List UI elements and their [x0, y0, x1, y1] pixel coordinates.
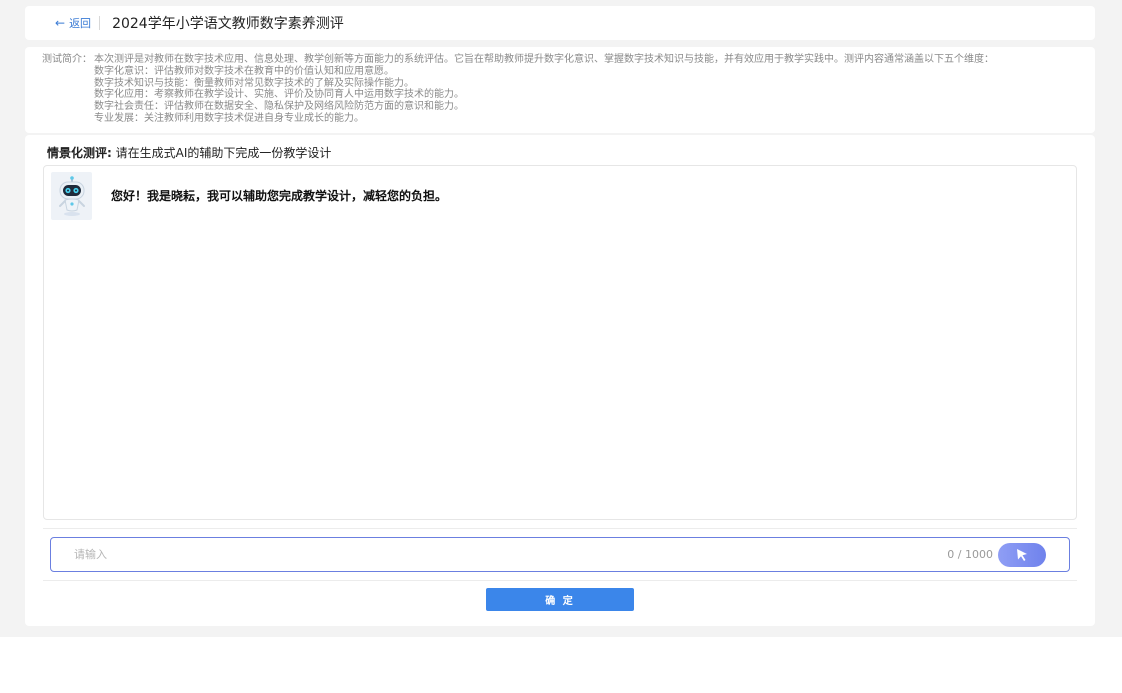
bot-message: 您好！我是晓耘，我可以辅助您完成教学设计，减轻您的负担。 — [111, 189, 448, 203]
intro-dimension: 数字化应用：考察教师在教学设计、实施、评价及协同育人中运用数字技术的能力。 — [94, 89, 464, 101]
back-button[interactable]: ← 返回 — [55, 15, 91, 31]
test-intro: 测试简介： 本次测评是对教师在数字技术应用、信息处理、教学创新等方面能力的系统评… — [25, 47, 1095, 133]
intro-dimension: 数字社会责任：评估教师在数据安全、隐私保护及网络风险防范方面的意识和能力。 — [94, 101, 464, 113]
intro-dimension-list: 数字化意识：评估教师对数字技术在教育中的价值认知和应用意愿。 数字技术知识与技能… — [42, 66, 1095, 125]
robot-avatar — [51, 172, 92, 220]
back-label: 返回 — [69, 17, 92, 30]
chat-input-box: 0 / 1000 — [50, 537, 1070, 572]
page-header: ← 返回 2024学年小学语文教师数字素养测评 — [25, 6, 1095, 40]
main-panel: 情景化测评: 请在生成式AI的辅助下完成一份教学设计 您好！我是晓耘，我可以辅助… — [25, 135, 1095, 626]
scenario-task: 请在生成式AI的辅助下完成一份教学设计 — [111, 146, 332, 160]
intro-label: 测试简介： — [42, 54, 92, 65]
char-count: 0 / 1000 — [947, 548, 993, 561]
chat-input[interactable] — [51, 538, 948, 571]
robot-icon — [58, 176, 85, 216]
send-button[interactable] — [998, 542, 1046, 567]
intro-summary: 本次测评是对教师在数字技术应用、信息处理、教学创新等方面能力的系统评估。它旨在帮… — [94, 54, 994, 65]
confirm-button[interactable]: 确 定 — [486, 588, 634, 611]
header-divider — [99, 16, 101, 30]
intro-dimension: 数字技术知识与技能：衡量教师对常见数字技术的了解及实际操作能力。 — [94, 77, 414, 89]
divider — [43, 580, 1077, 581]
intro-dimension: 专业发展：关注教师利用数字技术促进自身专业成长的能力。 — [94, 112, 364, 124]
intro-dimension: 数字化意识：评估教师对数字技术在教育中的价值认知和应用意愿。 — [94, 65, 394, 77]
arrow-left-icon: ← — [55, 16, 66, 30]
scenario-label: 情景化测评: — [47, 146, 112, 160]
chat-area[interactable]: 您好！我是晓耘，我可以辅助您完成教学设计，减轻您的负担。 — [43, 165, 1077, 520]
scenario-title: 情景化测评: 请在生成式AI的辅助下完成一份教学设计 — [47, 144, 331, 161]
page-title: 2024学年小学语文教师数字素养测评 — [112, 16, 344, 32]
divider — [43, 528, 1077, 529]
cursor-send-icon — [1017, 548, 1027, 561]
